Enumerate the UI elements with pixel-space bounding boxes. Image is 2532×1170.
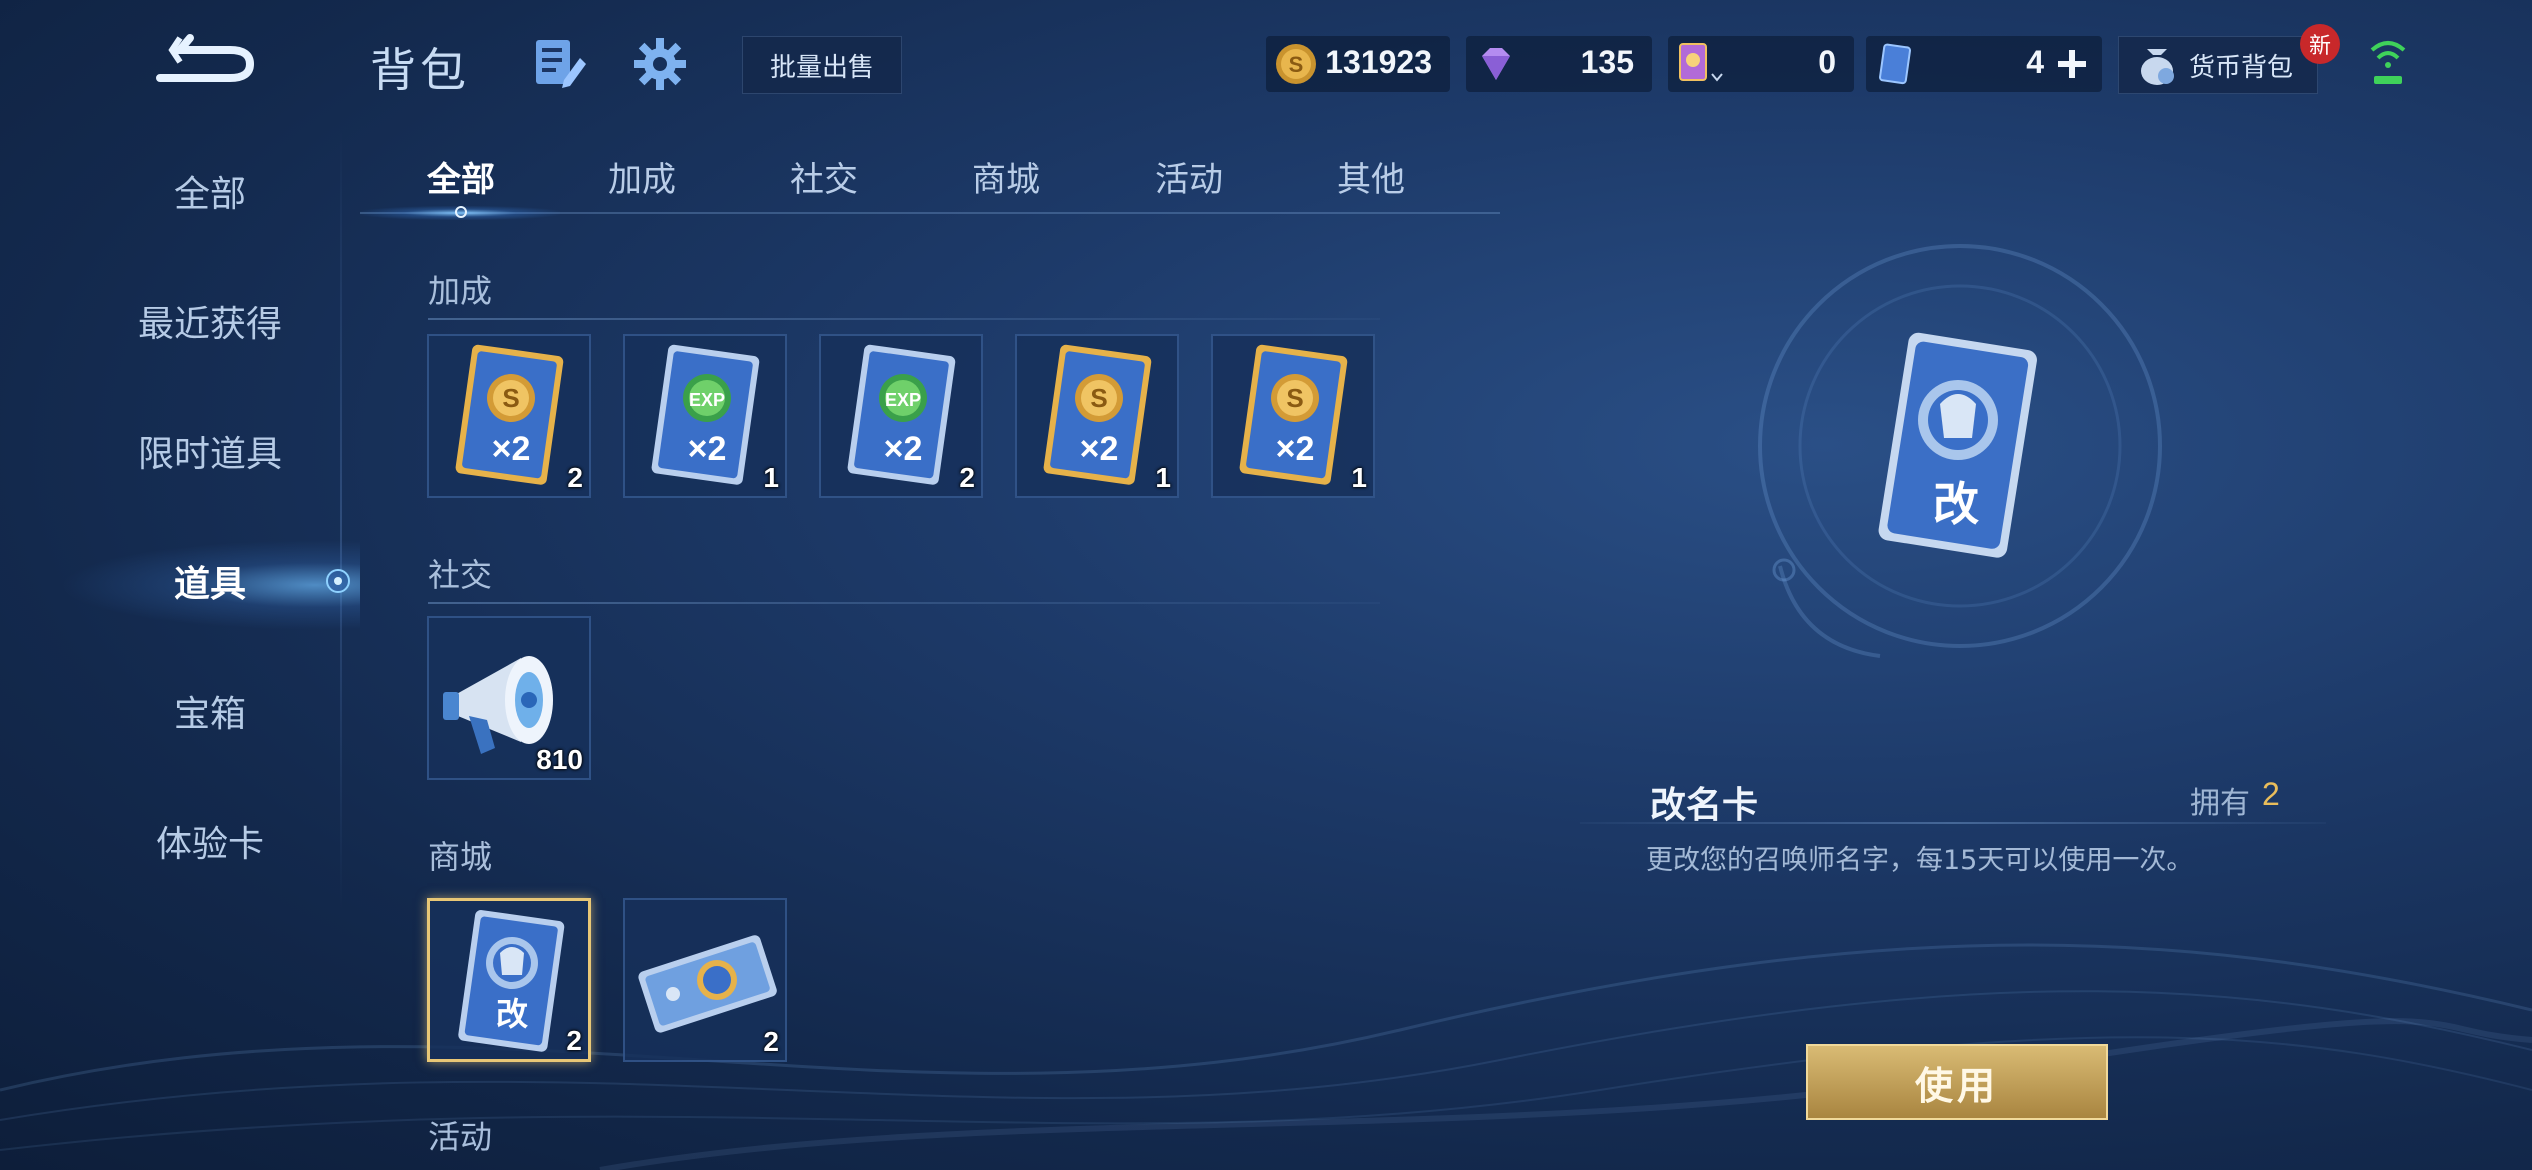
item-slot[interactable]: 2 (623, 898, 787, 1062)
edit-list-button[interactable] (530, 34, 590, 94)
page-title: 背包 (370, 43, 470, 97)
card-ticket-currency[interactable]: 0 (1668, 36, 1854, 92)
svg-text:S: S (1286, 383, 1303, 413)
item-count: 2 (763, 1026, 779, 1057)
svg-text:×2: ×2 (884, 430, 923, 468)
svg-text:S: S (502, 383, 519, 413)
item-count: 1 (1351, 462, 1367, 493)
edit-list-icon (536, 40, 586, 88)
sidebar-item-recent[interactable]: 最近获得 (80, 290, 340, 360)
add-icon[interactable] (2056, 48, 2088, 80)
tab-shop[interactable]: 商城 (972, 152, 1040, 202)
item-count: 2 (959, 462, 975, 493)
diamond-value: 135 (1580, 44, 1634, 80)
item-count: 810 (536, 744, 583, 775)
new-badge: 新 (2300, 24, 2340, 64)
section-title-social: 社交 (428, 556, 493, 594)
detail-own-label: 拥有 (2190, 786, 2250, 821)
item-slot[interactable]: S ×2 2 (427, 334, 591, 498)
sidebar-item-limited[interactable]: 限时道具 (80, 420, 340, 490)
section-title-event: 活动 (428, 1118, 493, 1156)
currency-wallet-button[interactable]: 货币背包 (2118, 36, 2318, 94)
detail-own-count: 2 (2262, 776, 2280, 812)
blue-coupon-icon (1879, 43, 1912, 85)
section-title-shop: 商城 (428, 838, 493, 876)
svg-text:EXP: EXP (689, 390, 725, 410)
blue-coupon-value: 4 (2026, 44, 2044, 80)
tab-bonus[interactable]: 加成 (608, 152, 676, 202)
tab-active-dot (455, 206, 467, 218)
use-button[interactable]: 使用 (1806, 1044, 2108, 1120)
sidebar-item-all[interactable]: 全部 (80, 160, 340, 230)
item-count: 1 (1155, 462, 1171, 493)
item-slot[interactable]: S ×2 1 (1211, 334, 1375, 498)
background-waves (0, 943, 2532, 1170)
tab-social[interactable]: 社交 (790, 152, 858, 202)
svg-text:S: S (1090, 383, 1107, 413)
tab-event[interactable]: 活动 (1155, 152, 1223, 202)
tab-other[interactable]: 其他 (1337, 152, 1405, 202)
svg-text:S: S (1289, 52, 1304, 77)
svg-text:×2: ×2 (688, 430, 727, 468)
diamond-icon (1482, 48, 1510, 80)
item-count: 1 (763, 462, 779, 493)
gold-coin-icon: S (1276, 44, 1316, 84)
money-bag-icon (2141, 49, 2174, 85)
card-ticket-icon (1679, 43, 1723, 82)
tab-all[interactable]: 全部 (427, 152, 495, 202)
item-slot[interactable]: EXP ×2 1 (623, 334, 787, 498)
svg-text:×2: ×2 (1276, 430, 1315, 468)
svg-text:改: 改 (496, 995, 528, 1033)
sidebar-item-props[interactable]: 道具 (80, 550, 340, 620)
svg-text:EXP: EXP (885, 390, 921, 410)
section-divider (428, 318, 1380, 320)
section-divider (428, 602, 1380, 604)
sidebar-item-chest[interactable]: 宝箱 (80, 680, 340, 750)
gold-value: 131923 (1325, 44, 1432, 80)
gear-icon (634, 38, 686, 90)
wallet-label: 货币背包 (2189, 52, 2294, 83)
section-title-bonus: 加成 (428, 272, 493, 310)
card-ticket-value: 0 (1818, 44, 1836, 80)
rename-card-large-icon: 改 (1878, 332, 2037, 558)
detail-divider (1580, 822, 2326, 824)
sidebar-divider (340, 130, 342, 910)
item-count: 2 (567, 462, 583, 493)
item-slot-selected[interactable]: 改 2 (427, 898, 591, 1062)
item-slot[interactable]: EXP ×2 2 (819, 334, 983, 498)
svg-text:改: 改 (1933, 477, 1979, 531)
detail-description: 更改您的召唤师名字，每15天可以使用一次。 (1646, 845, 2194, 876)
back-arrow-icon (156, 34, 255, 82)
detail-item-name: 改名卡 (1650, 785, 1759, 826)
gold-currency: S 131923 (1266, 36, 1450, 92)
svg-text:×2: ×2 (1080, 430, 1119, 468)
bulk-sell-button[interactable]: 批量出售 (742, 36, 902, 94)
sidebar-item-trial-card[interactable]: 体验卡 (80, 810, 340, 880)
settings-button[interactable] (632, 36, 692, 96)
back-button[interactable] (150, 28, 270, 98)
blue-coupon-currency: 4 (1866, 36, 2102, 92)
item-count: 2 (566, 1025, 582, 1056)
svg-text:×2: ×2 (492, 430, 531, 468)
item-slot[interactable]: 810 (427, 616, 591, 780)
diamond-currency: 135 (1466, 36, 1652, 92)
item-slot[interactable]: S ×2 1 (1015, 334, 1179, 498)
wifi-signal-icon (2370, 41, 2406, 84)
